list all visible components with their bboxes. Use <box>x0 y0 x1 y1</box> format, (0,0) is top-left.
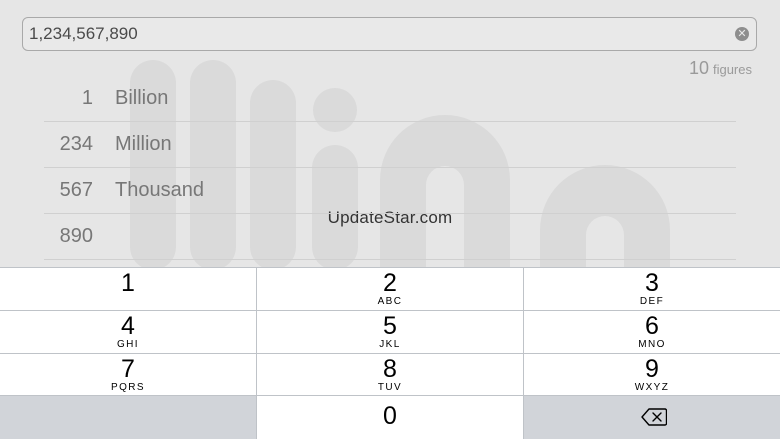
key-4[interactable]: 4 GHI <box>0 311 256 353</box>
breakdown-row-thousand: 567 Thousand <box>44 167 736 214</box>
key-2[interactable]: 2 ABC <box>257 268 523 310</box>
key-letters: DEF <box>639 296 665 307</box>
breakdown-word: Million <box>115 133 172 155</box>
key-letters: MNO <box>638 339 666 350</box>
key-7[interactable]: 7 PQRS <box>0 354 256 395</box>
number-input[interactable] <box>29 18 719 50</box>
number-input-container[interactable]: ✕ <box>22 17 757 51</box>
breakdown-number: 234 <box>59 133 93 155</box>
key-digit: 5 <box>383 312 397 340</box>
breakdown-row-units: 890 <box>44 213 736 260</box>
key-digit: 1 <box>121 269 135 297</box>
key-letters: ABC <box>377 296 403 307</box>
number-to-words-app: UpdateStar.com ✕ 10figures 1 Billion 234… <box>0 0 780 439</box>
key-6[interactable]: 6 MNO <box>524 311 780 353</box>
key-8[interactable]: 8 TUV <box>257 354 523 395</box>
key-digit: 3 <box>645 269 659 297</box>
clear-circle-icon[interactable]: ✕ <box>735 27 749 41</box>
key-9[interactable]: 9 WXYZ <box>524 354 780 395</box>
key-letters: JKL <box>379 339 401 350</box>
key-1[interactable]: 1 <box>0 268 256 310</box>
key-letters: PQRS <box>111 382 145 393</box>
key-digit: 6 <box>645 312 659 340</box>
breakdown-number: 1 <box>81 87 93 109</box>
breakdown-row-billion: 1 Billion <box>44 75 736 122</box>
breakdown-number: 890 <box>59 225 93 247</box>
key-digit: 2 <box>383 269 397 297</box>
breakdown-number: 567 <box>59 179 93 201</box>
key-digit: 0 <box>383 402 397 430</box>
key-blank <box>0 396 256 439</box>
breakdown-row-million: 234 Million <box>44 121 736 168</box>
key-digit: 7 <box>121 355 135 383</box>
key-letters: TUV <box>377 382 403 393</box>
key-digit: 9 <box>645 355 659 383</box>
backspace-button[interactable] <box>524 396 780 439</box>
key-3[interactable]: 3 DEF <box>524 268 780 310</box>
key-0[interactable]: 0 <box>257 396 523 439</box>
breakdown-word: Thousand <box>115 179 204 201</box>
breakdown-word: Billion <box>115 87 169 109</box>
numeric-keypad: 1 2 ABC 3 DEF 4 GHI 5 JKL 6 MNO 7 PQRS 8 <box>0 267 780 439</box>
backspace-icon <box>641 408 667 426</box>
key-letters: GHI <box>117 339 139 350</box>
key-digit: 4 <box>121 312 135 340</box>
key-letters: WXYZ <box>634 382 670 393</box>
key-5[interactable]: 5 JKL <box>257 311 523 353</box>
key-digit: 8 <box>383 355 397 383</box>
